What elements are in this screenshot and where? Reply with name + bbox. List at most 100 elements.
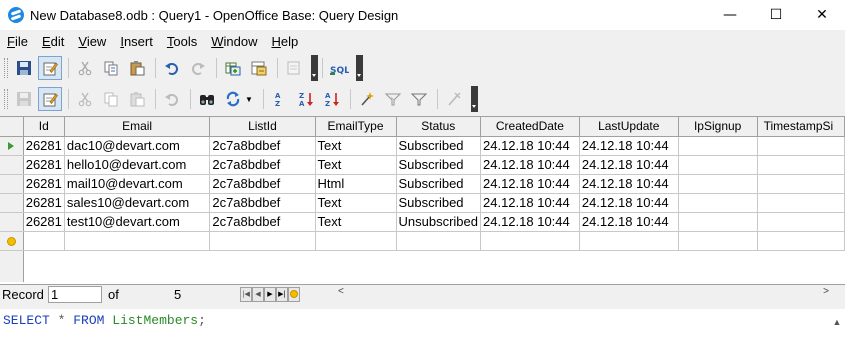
toolbar-overflow-button[interactable]	[311, 55, 318, 81]
functions-button[interactable]	[247, 56, 271, 80]
sort-ascending-button[interactable]: AZ	[268, 87, 292, 111]
table-cell[interactable]: sales10@devart.com	[64, 193, 211, 213]
clear-query-button[interactable]	[282, 56, 306, 80]
table-cell[interactable]	[678, 136, 758, 156]
sql-editor[interactable]: SELECT * FROM ListMembers; ▲	[0, 305, 845, 340]
row-header[interactable]	[0, 136, 24, 156]
first-record-button[interactable]: |◀	[240, 286, 252, 302]
row-header[interactable]	[0, 155, 24, 175]
table-cell[interactable]: hello10@devart.com	[64, 155, 211, 175]
table-cell[interactable]: dac10@devart.com	[64, 136, 211, 156]
menu-insert[interactable]: Insert	[113, 34, 160, 49]
table-cell[interactable]: 24.12.18 10:44	[480, 212, 580, 232]
table-cell[interactable]	[757, 136, 845, 156]
table-cell[interactable]: Subscribed	[396, 174, 481, 194]
table-cell[interactable]: 24.12.18 10:44	[579, 193, 679, 213]
autofilter-button[interactable]	[355, 87, 379, 111]
menu-edit[interactable]: Edit	[35, 34, 71, 49]
refresh-button[interactable]	[221, 87, 245, 111]
table-cell[interactable]: Html	[315, 174, 397, 194]
paste-data-button[interactable]	[125, 87, 149, 111]
redo-button[interactable]	[186, 56, 210, 80]
table-cell[interactable]	[678, 212, 758, 232]
table-cell[interactable]: 2c7a8bdbef	[209, 174, 316, 194]
table-cell[interactable]: 26281	[23, 174, 65, 194]
copy-data-button[interactable]	[99, 87, 123, 111]
table-cell[interactable]	[678, 231, 758, 251]
sort-descending-button[interactable]: ZA	[294, 87, 318, 111]
cut-data-button[interactable]	[73, 87, 97, 111]
table-cell[interactable]	[757, 174, 845, 194]
table-cell[interactable]: 24.12.18 10:44	[579, 136, 679, 156]
table-cell[interactable]	[678, 174, 758, 194]
corner-header[interactable]	[0, 117, 24, 137]
table-cell[interactable]: 24.12.18 10:44	[480, 155, 580, 175]
table-cell[interactable]: Unsubscribed	[396, 212, 481, 232]
scroll-left-icon[interactable]: <	[338, 286, 344, 297]
sql-scroll-up-icon[interactable]: ▲	[829, 317, 845, 340]
table-cell[interactable]: Text	[315, 136, 397, 156]
table-cell[interactable]	[579, 231, 679, 251]
table-cell[interactable]: mail10@devart.com	[64, 174, 211, 194]
table-cell[interactable]: 2c7a8bdbef	[209, 212, 316, 232]
save-record-button[interactable]	[12, 87, 36, 111]
column-header[interactable]: Id	[23, 117, 65, 137]
copy-button[interactable]	[99, 56, 123, 80]
table-cell[interactable]	[23, 231, 65, 251]
column-header[interactable]: Email	[64, 117, 211, 137]
table-cell[interactable]: 26281	[23, 136, 65, 156]
menu-view[interactable]: View	[71, 34, 113, 49]
table-cell[interactable]: test10@devart.com	[64, 212, 211, 232]
toolbar-grip[interactable]	[4, 89, 8, 109]
next-record-button[interactable]: ▶	[264, 286, 276, 302]
table-cell[interactable]: Text	[315, 193, 397, 213]
table-cell[interactable]	[315, 231, 397, 251]
new-record-row[interactable]	[0, 231, 845, 251]
table-cell[interactable]: 2c7a8bdbef	[209, 136, 316, 156]
standard-filter-button[interactable]	[381, 87, 405, 111]
column-header[interactable]: IpSignup	[678, 117, 758, 137]
last-record-button[interactable]: ▶|	[276, 286, 288, 302]
scroll-right-icon[interactable]: >	[823, 286, 829, 297]
row-header[interactable]	[0, 193, 24, 213]
column-header[interactable]: LastUpdate	[579, 117, 679, 137]
table-cell[interactable]: 26281	[23, 212, 65, 232]
paste-button[interactable]	[125, 56, 149, 80]
table-cell[interactable]: 26281	[23, 155, 65, 175]
add-tables-button[interactable]	[221, 56, 245, 80]
remove-filter-button[interactable]	[442, 87, 466, 111]
find-record-button[interactable]	[195, 87, 219, 111]
row-header[interactable]	[0, 212, 24, 232]
column-header[interactable]: ListId	[209, 117, 316, 137]
table-cell[interactable]	[757, 193, 845, 213]
table-cell[interactable]: 24.12.18 10:44	[480, 174, 580, 194]
table-cell[interactable]: 26281	[23, 193, 65, 213]
maximize-button[interactable]: ☐	[753, 0, 799, 30]
table-row[interactable]: 26281 sales10@devart.com 2c7a8bdbef Text…	[0, 193, 845, 213]
record-number-input[interactable]: 1	[48, 285, 102, 303]
table-row[interactable]: 26281 dac10@devart.com 2c7a8bdbef Text S…	[0, 136, 845, 156]
menu-file[interactable]: File	[0, 34, 35, 49]
minimize-button[interactable]: —	[707, 0, 753, 30]
table-cell[interactable]	[678, 193, 758, 213]
table-cell[interactable]: 2c7a8bdbef	[209, 193, 316, 213]
table-row[interactable]: 26281 hello10@devart.com 2c7a8bdbef Text…	[0, 155, 845, 175]
toolbar-overflow-button[interactable]	[470, 86, 478, 112]
column-header[interactable]: Status	[396, 117, 481, 137]
sql-view-button[interactable]: SQL	[327, 56, 351, 80]
toolbar-overflow-button[interactable]	[356, 55, 363, 81]
undo-button[interactable]	[160, 56, 184, 80]
column-header[interactable]: EmailType	[315, 117, 397, 137]
table-cell[interactable]	[396, 231, 481, 251]
table-cell[interactable]	[209, 231, 316, 251]
previous-record-button[interactable]: ◀	[252, 286, 264, 302]
menu-tools[interactable]: Tools	[160, 34, 204, 49]
table-cell[interactable]: Subscribed	[396, 193, 481, 213]
refresh-dropdown-icon[interactable]: ▼	[245, 95, 253, 104]
table-row[interactable]: 26281 test10@devart.com 2c7a8bdbef Text …	[0, 212, 845, 232]
row-header[interactable]	[0, 231, 24, 251]
save-button[interactable]	[12, 56, 36, 80]
menu-help[interactable]: Help	[264, 34, 305, 49]
table-row[interactable]: 26281 mail10@devart.com 2c7a8bdbef Html …	[0, 174, 845, 194]
table-cell[interactable]	[678, 155, 758, 175]
